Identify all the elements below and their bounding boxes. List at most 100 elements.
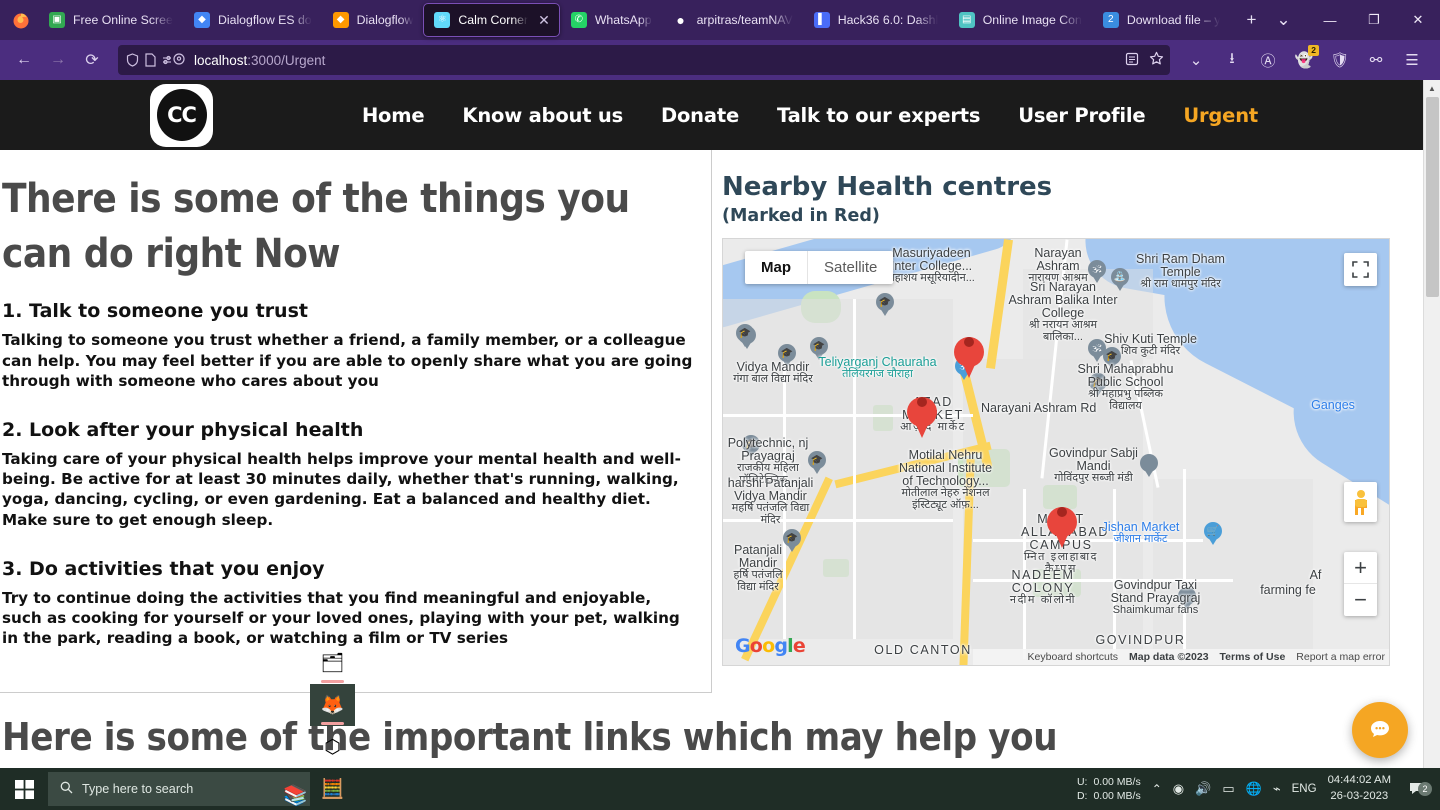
downloads-icon[interactable]: ⭳ (1216, 44, 1248, 76)
minor-road (853, 299, 856, 639)
google-map[interactable]: 🎓🎓🎓🎓🕉🕉⛲🕉🎓🎓🎓🎓🎓🎓🛒 Masuriyadeen Inter Colle… (722, 238, 1390, 666)
browser-tab[interactable]: ✆ WhatsApp (560, 3, 662, 37)
map-data-credit: Map data ©2023 (1129, 651, 1209, 663)
list-all-tabs-button[interactable]: ⌄ (1268, 5, 1298, 35)
map-label: harshi Patanjali Vidya Mandir महर्षि पतंज… (723, 476, 818, 526)
address-bar[interactable]: localhost:3000/Urgent (118, 45, 1170, 75)
report-map-error-link[interactable]: Report a map error (1296, 651, 1385, 663)
map-label-text: Masuriyadeen Inter College... (890, 246, 973, 274)
chat-bubble-icon[interactable] (1352, 702, 1408, 758)
recording-indicator-icon[interactable]: ◉ (1173, 781, 1184, 797)
map-label-local-script: मोतीलाल नेहरु नेशनल इंस्टिट्यूट ऑफ़... (901, 487, 990, 511)
site-logo[interactable]: CC (150, 83, 213, 147)
pocket-icon[interactable]: ⌄ (1180, 44, 1212, 76)
health-centre-marker[interactable] (1047, 497, 1077, 548)
health-centre-marker[interactable] (954, 327, 984, 378)
upload-speed: 0.00 MB/s (1093, 775, 1141, 788)
volume-icon[interactable]: 🔊 (1195, 781, 1211, 797)
map-poi-school[interactable]: 🎓 (736, 324, 754, 348)
extensions-puzzle-icon[interactable]: ⚯ (1360, 44, 1392, 76)
extension-ghost-icon[interactable]: 👻 2 (1288, 44, 1320, 76)
reader-view-icon[interactable] (1125, 52, 1139, 69)
map-panel: Nearby Health centres (Marked in Red) 🎓 … (712, 150, 1423, 666)
map-label: Motilal Nehru National Institute of Tech… (893, 448, 998, 511)
browser-tab[interactable]: ▣ Free Online Screen (38, 3, 183, 37)
terms-of-use-link[interactable]: Terms of Use (1220, 651, 1286, 663)
map-label-text: Vidya Mandir (736, 360, 810, 374)
nav-link-user-profile[interactable]: User Profile (1018, 104, 1145, 127)
language-indicator[interactable]: ENG (1292, 783, 1317, 795)
minimize-button[interactable]: — (1308, 0, 1352, 40)
poi-pin-tip (880, 308, 890, 316)
nav-link-urgent[interactable]: Urgent (1183, 104, 1258, 127)
back-button[interactable]: ← (8, 44, 40, 76)
windows-start-icon[interactable] (0, 768, 48, 810)
nav-link-home[interactable]: Home (362, 104, 425, 127)
action-center-icon[interactable]: 2 (1402, 781, 1432, 798)
map-type-map[interactable]: Map (745, 251, 808, 284)
keyboard-shortcuts-link[interactable]: Keyboard shortcuts (1028, 651, 1118, 663)
permissions-pin-icon[interactable] (162, 53, 186, 67)
forward-button[interactable]: → (42, 44, 74, 76)
poi-pin-tip (812, 466, 822, 474)
reload-button[interactable]: ⟳ (76, 44, 108, 76)
health-centre-marker[interactable] (907, 387, 937, 438)
close-tab-icon[interactable]: ✕ (538, 12, 550, 29)
account-icon[interactable]: Ⓐ (1252, 44, 1284, 76)
map-label: Masuriyadeen Inter College... महाशय मसूरि… (884, 246, 979, 285)
zoom-in-button[interactable]: + (1344, 552, 1377, 584)
map-type-satellite[interactable]: Satellite (808, 251, 893, 284)
map-label-text: Govindpur Taxi Stand Prayagraj (1110, 578, 1201, 606)
street-view-pegman-icon[interactable] (1344, 482, 1377, 522)
web-page: CC Home Know about us Donate Talk to our ex… (0, 80, 1423, 810)
fullscreen-icon[interactable] (1344, 253, 1377, 286)
browser-tab[interactable]: ● arpitras/teamNAV (662, 3, 803, 37)
marker-point (913, 418, 931, 438)
nav-link-donate[interactable]: Donate (661, 104, 739, 127)
nav-link-talk-to-our-experts[interactable]: Talk to our experts (777, 104, 981, 127)
bookmark-star-icon[interactable] (1149, 51, 1164, 69)
maximize-restore-button[interactable]: ❐ (1352, 0, 1396, 40)
new-tab-button[interactable]: + (1236, 5, 1266, 35)
vertical-scrollbar[interactable]: ▲ (1423, 80, 1440, 793)
bluetooth-icon[interactable]: ⌁ (1273, 781, 1281, 797)
clock[interactable]: 04:44:02 AM 26-03-2023 (1328, 773, 1391, 805)
close-window-button[interactable]: ✕ (1396, 0, 1440, 40)
browser-tab[interactable]: ◆ Dialogflow (322, 3, 424, 37)
app-menu-icon[interactable]: ☰ (1396, 44, 1428, 76)
zoom-out-button[interactable]: − (1344, 584, 1377, 616)
shield-extension-icon[interactable]: 🛡 (1324, 44, 1356, 76)
search-input[interactable]: Type here to search 📚 (48, 772, 310, 806)
shield-icon[interactable] (126, 53, 139, 67)
tab-strip: ▣ Free Online Screen ◆ Dialogflow ES do ◆ Dia… (0, 0, 1440, 40)
vertical-scroll-thumb[interactable] (1426, 97, 1439, 297)
file-explorer-icon[interactable]: 🗂 (310, 642, 355, 684)
browser-tab[interactable]: ◆ Dialogflow ES do (183, 3, 322, 37)
browser-tab[interactable]: ⚛ Calm Corner ✕ (423, 3, 560, 37)
show-hidden-icons-chevron[interactable]: ⌃ (1152, 782, 1162, 796)
site-header: CC Home Know about us Donate Talk to our ex… (0, 80, 1423, 150)
url-text[interactable]: localhost:3000/Urgent (194, 53, 325, 68)
map-label-text: Ganges (1311, 398, 1355, 412)
nox-player-icon[interactable]: ⬡ (310, 726, 355, 768)
nav-link-know-about-us[interactable]: Know about us (462, 104, 623, 127)
map-label-local-script: गोविंदपुर सब्जी मंडी (1054, 472, 1133, 485)
map-label-text: Teliyarganj Chauraha (818, 355, 937, 369)
tab-label: Hack36 6.0: Dashb (837, 13, 938, 27)
network-offline-icon[interactable]: 🌐 (1246, 781, 1262, 797)
calculator-icon[interactable]: 🧮 (310, 768, 355, 810)
browser-tab[interactable]: 2 Download file – y (1092, 3, 1231, 37)
tab-label: Online Image Con (982, 13, 1082, 27)
map-poi-shop-blue[interactable]: 🛒 (1204, 522, 1222, 546)
firefox-browser-window: ▣ Free Online Screen ◆ Dialogflow ES do ◆ Dia… (0, 0, 1440, 810)
google-logo-letter: G (735, 635, 751, 657)
browser-tab[interactable]: ▌ Hack36 6.0: Dashb (803, 3, 948, 37)
browser-tab[interactable]: ▤ Online Image Con (948, 3, 1092, 37)
scroll-up-arrow[interactable]: ▲ (1424, 80, 1440, 97)
page-viewport: CC Home Know about us Donate Talk to our ex… (0, 80, 1440, 810)
page-content: There is some of the things you can do r… (0, 150, 1423, 693)
battery-icon[interactable]: ▭ (1222, 781, 1234, 797)
map-label-text: Shri Ram Dham Temple (1136, 252, 1225, 280)
firefox-icon[interactable]: 🦊 (310, 684, 355, 726)
map-poi-school[interactable]: 🎓 (876, 293, 894, 317)
